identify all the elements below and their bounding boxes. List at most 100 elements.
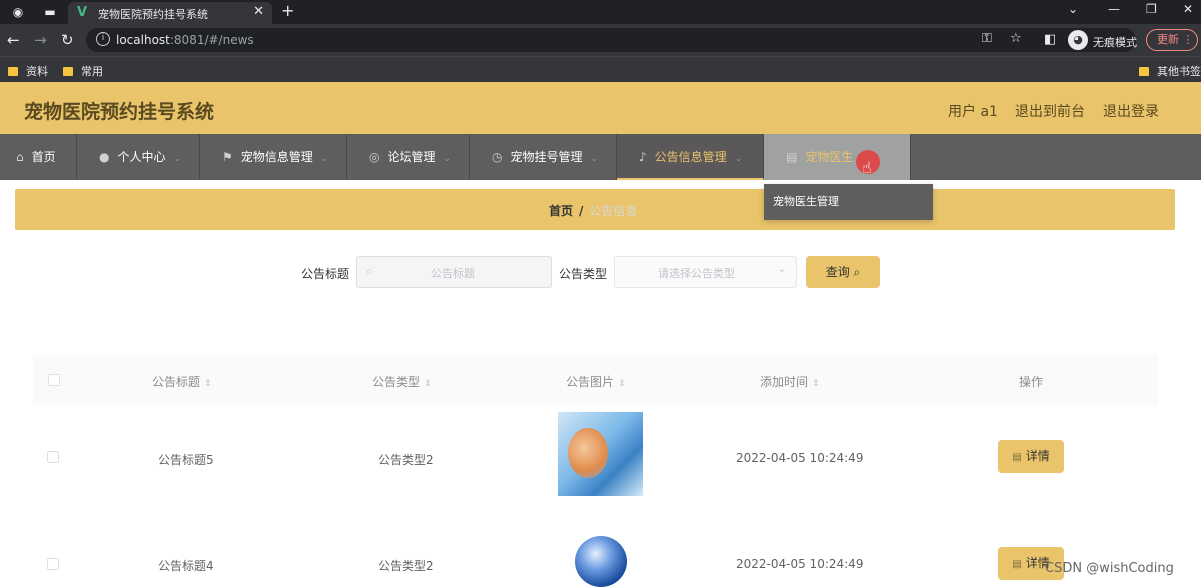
title-search-input[interactable]: ⌕ 公告标题 (356, 256, 552, 288)
row-checkbox[interactable] (47, 451, 59, 463)
menu-item-doctors[interactable]: ▤ 宠物医生 (764, 134, 911, 180)
sort-icon[interactable]: ⇕ (812, 379, 820, 389)
restore-icon[interactable]: ❐ (1146, 2, 1157, 16)
app-header: 宠物医院预约挂号系统 用户 a1 退出到前台 退出登录 (0, 82, 1201, 134)
cell-time: 2022-04-05 10:24:49 (736, 451, 864, 465)
cell-type: 公告类型2 (378, 559, 434, 573)
tab-search-chevron-icon[interactable]: ⌄ (1068, 2, 1078, 16)
bookmark-label: 常用 (81, 65, 103, 78)
hand-cursor-icon: ☝ (862, 158, 872, 177)
browser-tab-bar: ◉ ▬ V 宠物医院预约挂号系统 ✕ + ⌄ — ❐ ✕ (0, 0, 1201, 24)
header-label: 添加时间 (760, 375, 809, 389)
title-search-label: 公告标题 (301, 267, 350, 281)
row-checkbox[interactable] (47, 558, 59, 570)
folder-icon (1139, 67, 1149, 76)
select-all-checkbox[interactable] (48, 374, 60, 386)
side-panel-icon[interactable]: ◧ (1044, 32, 1056, 47)
type-select-label: 公告类型 (559, 267, 608, 281)
chevron-down-icon: ⌄ (443, 154, 452, 164)
breadcrumb-separator: / (579, 204, 584, 218)
cell-title: 公告标题4 (158, 559, 214, 573)
bookmark-label: 其他书签 (1157, 65, 1201, 78)
header-label: 公告类型 (372, 375, 421, 389)
chevron-down-icon: ⌄ (777, 264, 786, 275)
forward-arrow-icon[interactable]: → (34, 31, 47, 49)
update-label: 更新 (1157, 33, 1179, 46)
bookmark-star-icon[interactable]: ☆ (1010, 31, 1022, 46)
chevron-down-icon: ⌄ (734, 154, 743, 164)
new-tab-icon[interactable]: + (281, 1, 294, 20)
menu-item-pet-info[interactable]: ⚑ 宠物信息管理 ⌄ (200, 134, 347, 180)
title-search-placeholder: 公告标题 (431, 267, 475, 280)
menu-item-home[interactable]: ⌂ 首页 (0, 134, 77, 180)
browser-tab[interactable]: V 宠物医院预约挂号系统 ✕ (68, 2, 272, 24)
breadcrumb: 首页 / 公告信息 (15, 189, 1175, 230)
column-header-time[interactable]: 添加时间 ⇕ (760, 373, 820, 390)
home-icon: ⌂ (16, 150, 24, 164)
header-label: 公告图片 (566, 375, 615, 389)
document-icon: ▤ (1012, 452, 1022, 463)
notice-image[interactable] (575, 536, 627, 587)
menu-label: 宠物医生 (805, 150, 854, 164)
main-menu: ⌂ 首页 ● 个人中心 ⌄ ⚑ 宠物信息管理 ⌄ ◎ 论坛管理 ⌄ ◷ 宠物挂号管理 ⌄ ♪ 公告信… (0, 134, 1201, 180)
window-icon[interactable]: ▬ (42, 4, 58, 20)
dropdown-item-doctor-management[interactable]: 宠物医生管理 (764, 184, 933, 220)
url-field[interactable]: i localhost:8081/#/news ⚿ ☆ (86, 28, 1136, 52)
bookmark-folder-changyong[interactable]: 常用 (63, 63, 103, 79)
folder-icon (8, 67, 18, 76)
site-info-icon[interactable]: i (96, 32, 110, 46)
search-icon: ⌕ (853, 265, 861, 279)
query-button[interactable]: 查询 ⌕ (806, 256, 880, 288)
microphone-icon: ♪ (639, 150, 647, 164)
menu-label: 宠物信息管理 (240, 150, 313, 164)
vue-favicon-icon: V (77, 5, 88, 20)
close-window-icon[interactable]: ✕ (1183, 2, 1193, 16)
column-header-title[interactable]: 公告标题 ⇕ (152, 373, 212, 390)
close-tab-icon[interactable]: ✕ (253, 4, 264, 19)
minimize-icon[interactable]: — (1108, 2, 1120, 16)
sort-icon[interactable]: ⇕ (424, 379, 432, 389)
menu-item-forum[interactable]: ◎ 论坛管理 ⌄ (347, 134, 470, 180)
incognito-label: 无痕模式 (1093, 36, 1137, 49)
type-select-placeholder: 请选择公告类型 (658, 267, 735, 280)
breadcrumb-current: 公告信息 (589, 204, 638, 218)
bookmark-folder-ziliao[interactable]: 资料 (8, 63, 48, 79)
compass-icon: ◎ (369, 150, 380, 164)
browser-menu-icon[interactable]: ◉ (10, 4, 26, 20)
key-icon[interactable]: ⚿ (982, 31, 992, 46)
bookmark-folder-other[interactable]: 其他书签 (1139, 63, 1201, 79)
logout-link[interactable]: 退出登录 (1103, 101, 1159, 121)
column-header-type[interactable]: 公告类型 ⇕ (372, 373, 432, 390)
cell-time: 2022-04-05 10:24:49 (736, 557, 864, 571)
query-label: 查询 (825, 265, 850, 279)
flag-icon: ⚑ (222, 150, 233, 164)
sort-icon[interactable]: ⇕ (204, 379, 212, 389)
bookmark-label: 资料 (26, 65, 48, 78)
folder-icon (63, 67, 73, 76)
back-to-front-link[interactable]: 退出到前台 (1015, 101, 1085, 121)
menu-item-notices[interactable]: ♪ 公告信息管理 ⌄ (617, 134, 764, 180)
menu-item-registration[interactable]: ◷ 宠物挂号管理 ⌄ (470, 134, 617, 180)
notice-image[interactable] (558, 412, 643, 496)
breadcrumb-home[interactable]: 首页 (549, 204, 573, 218)
menu-item-profile[interactable]: ● 个人中心 ⌄ (77, 134, 200, 180)
url-path: :8081/#/news (169, 33, 254, 47)
incognito-icon[interactable]: ◕ (1068, 30, 1088, 50)
sort-icon[interactable]: ⇕ (618, 379, 626, 389)
detail-label: 详情 (1025, 449, 1050, 463)
search-icon: ⌕ (366, 264, 373, 278)
back-arrow-icon[interactable]: ← (7, 31, 20, 49)
clock-icon: ◷ (492, 150, 503, 164)
menu-label: 宠物挂号管理 (510, 150, 583, 164)
column-header-image[interactable]: 公告图片 ⇕ (566, 373, 626, 390)
chevron-down-icon: ⌄ (590, 154, 599, 164)
menu-label: 公告信息管理 (654, 150, 727, 164)
type-select[interactable]: 请选择公告类型 ⌄ (614, 256, 797, 288)
reload-icon[interactable]: ↻ (61, 31, 74, 49)
detail-button[interactable]: ▤ 详情 (998, 440, 1064, 473)
tab-title: 宠物医院预约挂号系统 (98, 8, 208, 21)
cell-type: 公告类型2 (378, 453, 434, 467)
column-header-actions: 操作 (1019, 375, 1044, 389)
header-label: 公告标题 (152, 375, 201, 389)
update-button[interactable]: 更新 ⋮ (1146, 29, 1198, 51)
